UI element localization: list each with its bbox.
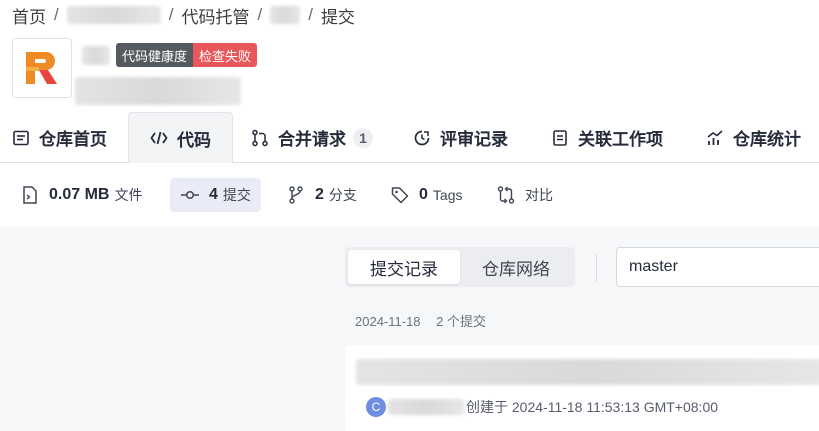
tag-icon [390,185,410,205]
tab-label: 仓库统计 [733,130,801,149]
view-toggle-commit-history[interactable]: 提交记录 [348,250,460,284]
stats-icon [706,129,724,147]
breadcrumb-separator: / [308,5,313,24]
breadcrumb-project-blurred[interactable] [66,6,161,24]
work-item-icon [551,129,569,147]
repo-stats: 0.07 MB 文件 4 提交 2 分支 0 Tags 对比 [0,163,819,227]
stat-commits-label: 提交 [222,187,251,203]
breadcrumb-code-hosting[interactable]: 代码托管 [181,3,249,28]
stat-branches-value: 2 [315,186,324,203]
view-toggle: 提交记录 仓库网络 [345,247,575,287]
repo-logo-icon [26,52,57,84]
repo-name-blurred [82,46,110,65]
commit-icon [180,185,200,205]
breadcrumb-separator: / [54,5,59,24]
code-health-status: 检查失败 [193,43,258,67]
repo-description-blurred [75,77,241,105]
commit-title-blurred[interactable] [356,359,819,385]
code-health-badge[interactable]: 代码健康度 检查失败 [116,43,258,67]
tab-repo-statistics[interactable]: 仓库统计 [706,112,801,163]
merge-request-icon [251,129,269,147]
stat-branches[interactable]: 2 分支 [286,178,357,212]
tab-label: 代码 [177,130,211,150]
tab-repo-home[interactable]: 仓库首页 [12,112,107,163]
repo-tabs: 仓库首页 代码 合并请求 1 评审记录 关联工作项 仓库统计 [0,112,819,163]
breadcrumb-home[interactable]: 首页 [12,3,46,28]
tab-label: 合并请求 [278,130,346,149]
view-toggle-repo-network[interactable]: 仓库网络 [460,250,572,284]
stat-file-size[interactable]: 0.07 MB 文件 [20,178,142,212]
code-icon [150,129,168,147]
stat-tags-label: Tags [432,187,463,203]
breadcrumb: 首页 / / 代码托管 / / 提交 [12,3,355,28]
stat-branches-label: 分支 [328,187,357,203]
commits-panel: 提交记录 仓库网络 master 2024-11-18 2 个提交 C 创建于 … [0,227,819,431]
commit-created-time: 创建于 2024-11-18 11:53:13 GMT+08:00 [466,399,719,415]
stat-tags-value: 0 [419,186,428,203]
merge-request-count-badge: 1 [353,127,373,148]
stat-commits[interactable]: 4 提交 [170,178,261,212]
breadcrumb-separator: / [168,5,174,24]
stat-compare-label: 对比 [525,187,553,203]
tab-label: 仓库首页 [39,130,107,149]
commit-author-blurred[interactable] [388,399,464,415]
file-icon [20,185,40,205]
compare-icon [496,185,516,205]
tab-review-records[interactable]: 评审记录 [413,112,508,163]
tab-merge-requests[interactable]: 合并请求 1 [251,112,373,163]
tab-label: 关联工作项 [578,130,663,149]
commit-item[interactable]: C 创建于 2024-11-18 11:53:13 GMT+08:00 [345,345,819,431]
tab-label: 评审记录 [440,130,508,149]
commit-meta: C 创建于 2024-11-18 11:53:13 GMT+08:00 [366,397,718,417]
toolbar-divider [596,254,597,282]
branch-select-value: master [629,258,678,275]
branch-select[interactable]: master [616,247,819,287]
breadcrumb-separator: / [257,5,263,24]
stat-commits-value: 4 [209,186,218,203]
review-icon [413,129,431,147]
repo-logo [12,38,72,98]
breadcrumb-current: 提交 [320,7,355,27]
stat-file-size-value: 0.07 MB [49,186,110,203]
tab-code[interactable]: 代码 [128,112,233,163]
stat-tags[interactable]: 0 Tags [390,178,462,212]
branch-icon [286,185,306,205]
code-health-label: 代码健康度 [116,43,194,67]
stat-file-size-label: 文件 [114,187,143,203]
commit-group-count: 2 个提交 [436,314,487,329]
commit-group-header: 2024-11-18 2 个提交 [355,311,486,330]
tab-linked-work-items[interactable]: 关联工作项 [551,112,663,163]
commit-group-date: 2024-11-18 [355,314,421,329]
repo-home-icon [12,129,30,147]
avatar[interactable]: C [366,397,386,417]
stat-compare[interactable]: 对比 [496,178,553,212]
breadcrumb-repo-blurred[interactable] [270,6,301,24]
